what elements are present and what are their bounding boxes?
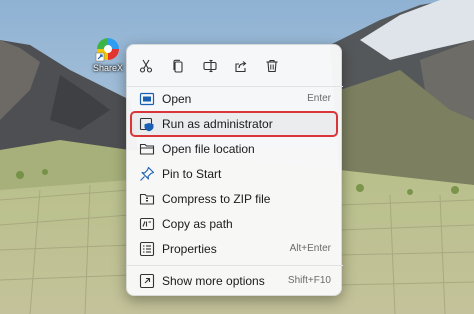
menu-item-open-file-location[interactable]: Open file location	[131, 137, 337, 161]
delete-button[interactable]	[259, 53, 285, 79]
share-icon	[235, 61, 247, 73]
menu-item-label: Pin to Start	[162, 167, 222, 181]
copy-button[interactable]	[165, 53, 191, 79]
copy-icon	[173, 59, 183, 73]
delete-icon	[266, 59, 278, 73]
zip-icon	[139, 193, 155, 205]
folder-icon	[139, 143, 155, 155]
desktop-icon-label: ShareX	[92, 63, 124, 73]
menu-separator	[127, 265, 343, 266]
menu-item-label: Show more options	[162, 274, 265, 288]
desktop-shortcut-sharex[interactable]: ShareX	[86, 36, 130, 82]
menu-item-shortcut: Alt+Enter	[289, 243, 331, 254]
menu-item-copy-as-path[interactable]: Copy as path	[131, 212, 337, 236]
menu-item-label: Open file location	[162, 142, 255, 156]
menu-item-label: Copy as path	[162, 217, 233, 231]
open-icon	[139, 92, 155, 106]
context-menu: Open Enter Run as administrator Open fil…	[126, 44, 343, 296]
menu-item-pin-to-start[interactable]: Pin to Start	[131, 162, 337, 186]
menu-item-label: Open	[162, 92, 192, 106]
cut-icon	[139, 59, 153, 73]
menu-item-properties[interactable]: Properties Alt+Enter	[131, 237, 337, 261]
menu-item-show-more-options[interactable]: Show more options Shift+F10	[131, 269, 337, 293]
menu-item-label: Properties	[162, 242, 217, 256]
menu-item-run-as-administrator[interactable]: Run as administrator	[130, 111, 338, 137]
menu-item-open[interactable]: Open Enter	[131, 87, 337, 111]
share-button[interactable]	[228, 53, 254, 79]
pin-icon	[140, 166, 155, 181]
menu-item-label: Compress to ZIP file	[162, 192, 271, 206]
menu-item-shortcut: Enter	[307, 93, 331, 104]
sharex-app-icon	[95, 38, 119, 62]
menu-item-label: Run as administrator	[162, 117, 273, 131]
quick-actions-bar	[127, 53, 343, 79]
shield-icon	[139, 117, 154, 132]
more-options-icon	[139, 273, 155, 289]
menu-item-compress-zip[interactable]: Compress to ZIP file	[131, 187, 337, 211]
copy-path-icon	[139, 217, 155, 231]
rename-icon	[203, 59, 217, 73]
rename-button[interactable]	[197, 53, 223, 79]
cut-button[interactable]	[133, 53, 159, 79]
menu-item-shortcut: Shift+F10	[287, 275, 331, 286]
properties-icon	[139, 241, 155, 257]
